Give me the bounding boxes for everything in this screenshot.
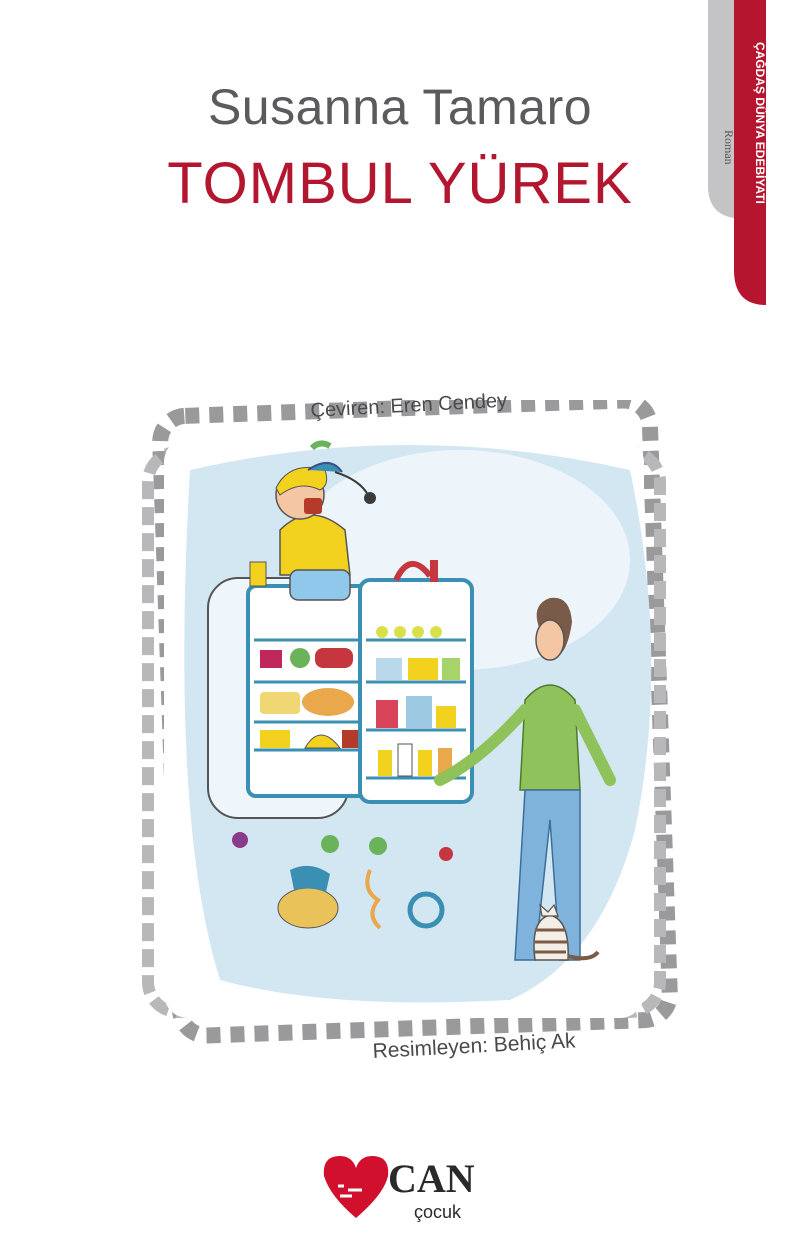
book-title: TOMBUL YÜREK <box>167 151 633 216</box>
cover-illustration <box>142 400 678 1044</box>
heart-icon <box>323 1156 389 1218</box>
publisher-logo: CAN çocuk <box>323 1156 475 1222</box>
author-name: Susanna Tamaro <box>207 79 593 135</box>
publisher-name: CAN <box>388 1156 475 1201</box>
publisher-imprint: çocuk <box>414 1202 462 1222</box>
